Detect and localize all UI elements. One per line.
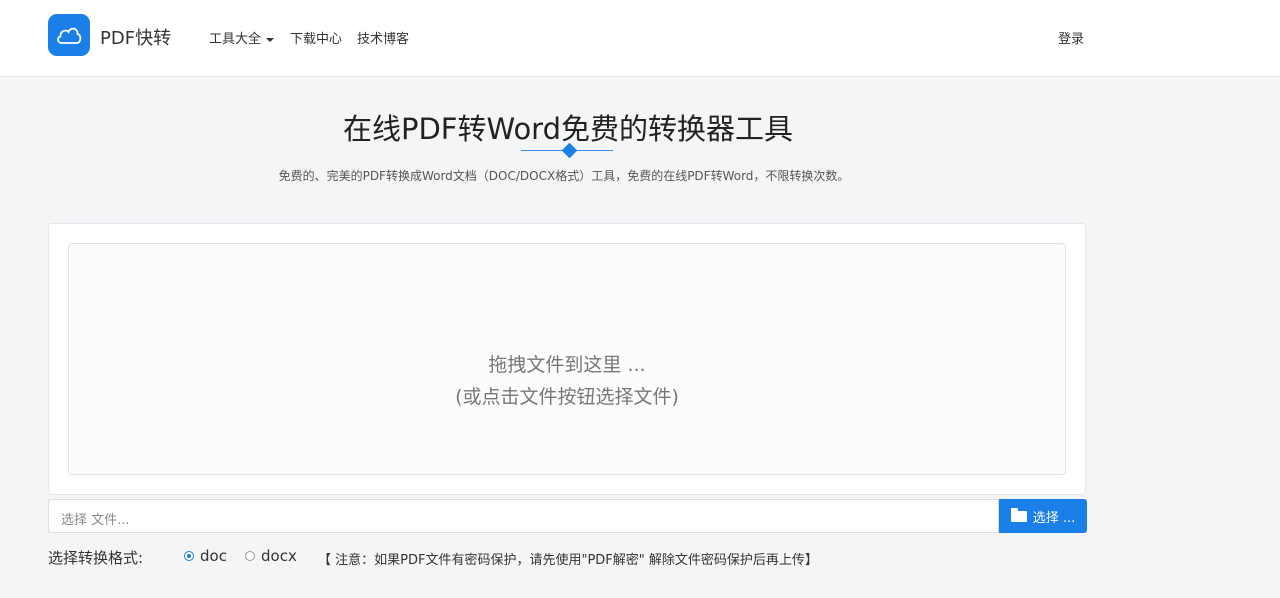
top-navbar: PDF快转 工具大全 下载中心 技术博客 登录 xyxy=(0,0,1280,77)
radio-docx[interactable] xyxy=(245,551,255,561)
brand-name[interactable]: PDF快转 xyxy=(100,24,171,50)
page-title: 在线PDF转Word免费的转换器工具 xyxy=(342,112,794,146)
caret-down-icon xyxy=(266,37,275,42)
nav-tools-label: 工具大全 xyxy=(209,32,262,47)
password-notice: 【 注意：如果PDF文件有密码保护，请先使用"PDF解密" 解除文件密码保护后再… xyxy=(318,553,818,568)
browse-button-label: 选择 ... xyxy=(1032,510,1076,526)
login-link[interactable]: 登录 xyxy=(1058,28,1084,47)
radio-doc[interactable] xyxy=(184,551,194,561)
upload-panel: 拖拽文件到这里 ... (或点击文件按钮选择文件) xyxy=(48,223,1086,495)
radio-doc-label[interactable]: doc xyxy=(200,547,227,565)
file-drop-zone[interactable]: 拖拽文件到这里 ... (或点击文件按钮选择文件) xyxy=(68,243,1066,475)
cloud-logo-icon[interactable] xyxy=(48,14,90,56)
drop-zone-text: 拖拽文件到这里 ... xyxy=(488,354,646,376)
drop-zone-hint: (或点击文件按钮选择文件) xyxy=(455,386,679,408)
folder-open-icon xyxy=(1010,507,1027,522)
file-caption-input[interactable]: 选择 文件... xyxy=(48,499,999,533)
page-subtitle: 免费的、完美的PDF转换成Word文档（DOC/DOCX格式）工具，免费的在线P… xyxy=(278,169,850,183)
radio-docx-label[interactable]: docx xyxy=(261,547,297,565)
nav-download-center[interactable]: 下载中心 xyxy=(290,28,342,47)
browse-file-button[interactable]: 选择 ... xyxy=(999,499,1087,533)
nav-tools-dropdown[interactable]: 工具大全 xyxy=(209,28,275,47)
nav-tech-blog[interactable]: 技术博客 xyxy=(357,28,409,47)
format-label: 选择转换格式: xyxy=(48,549,144,567)
